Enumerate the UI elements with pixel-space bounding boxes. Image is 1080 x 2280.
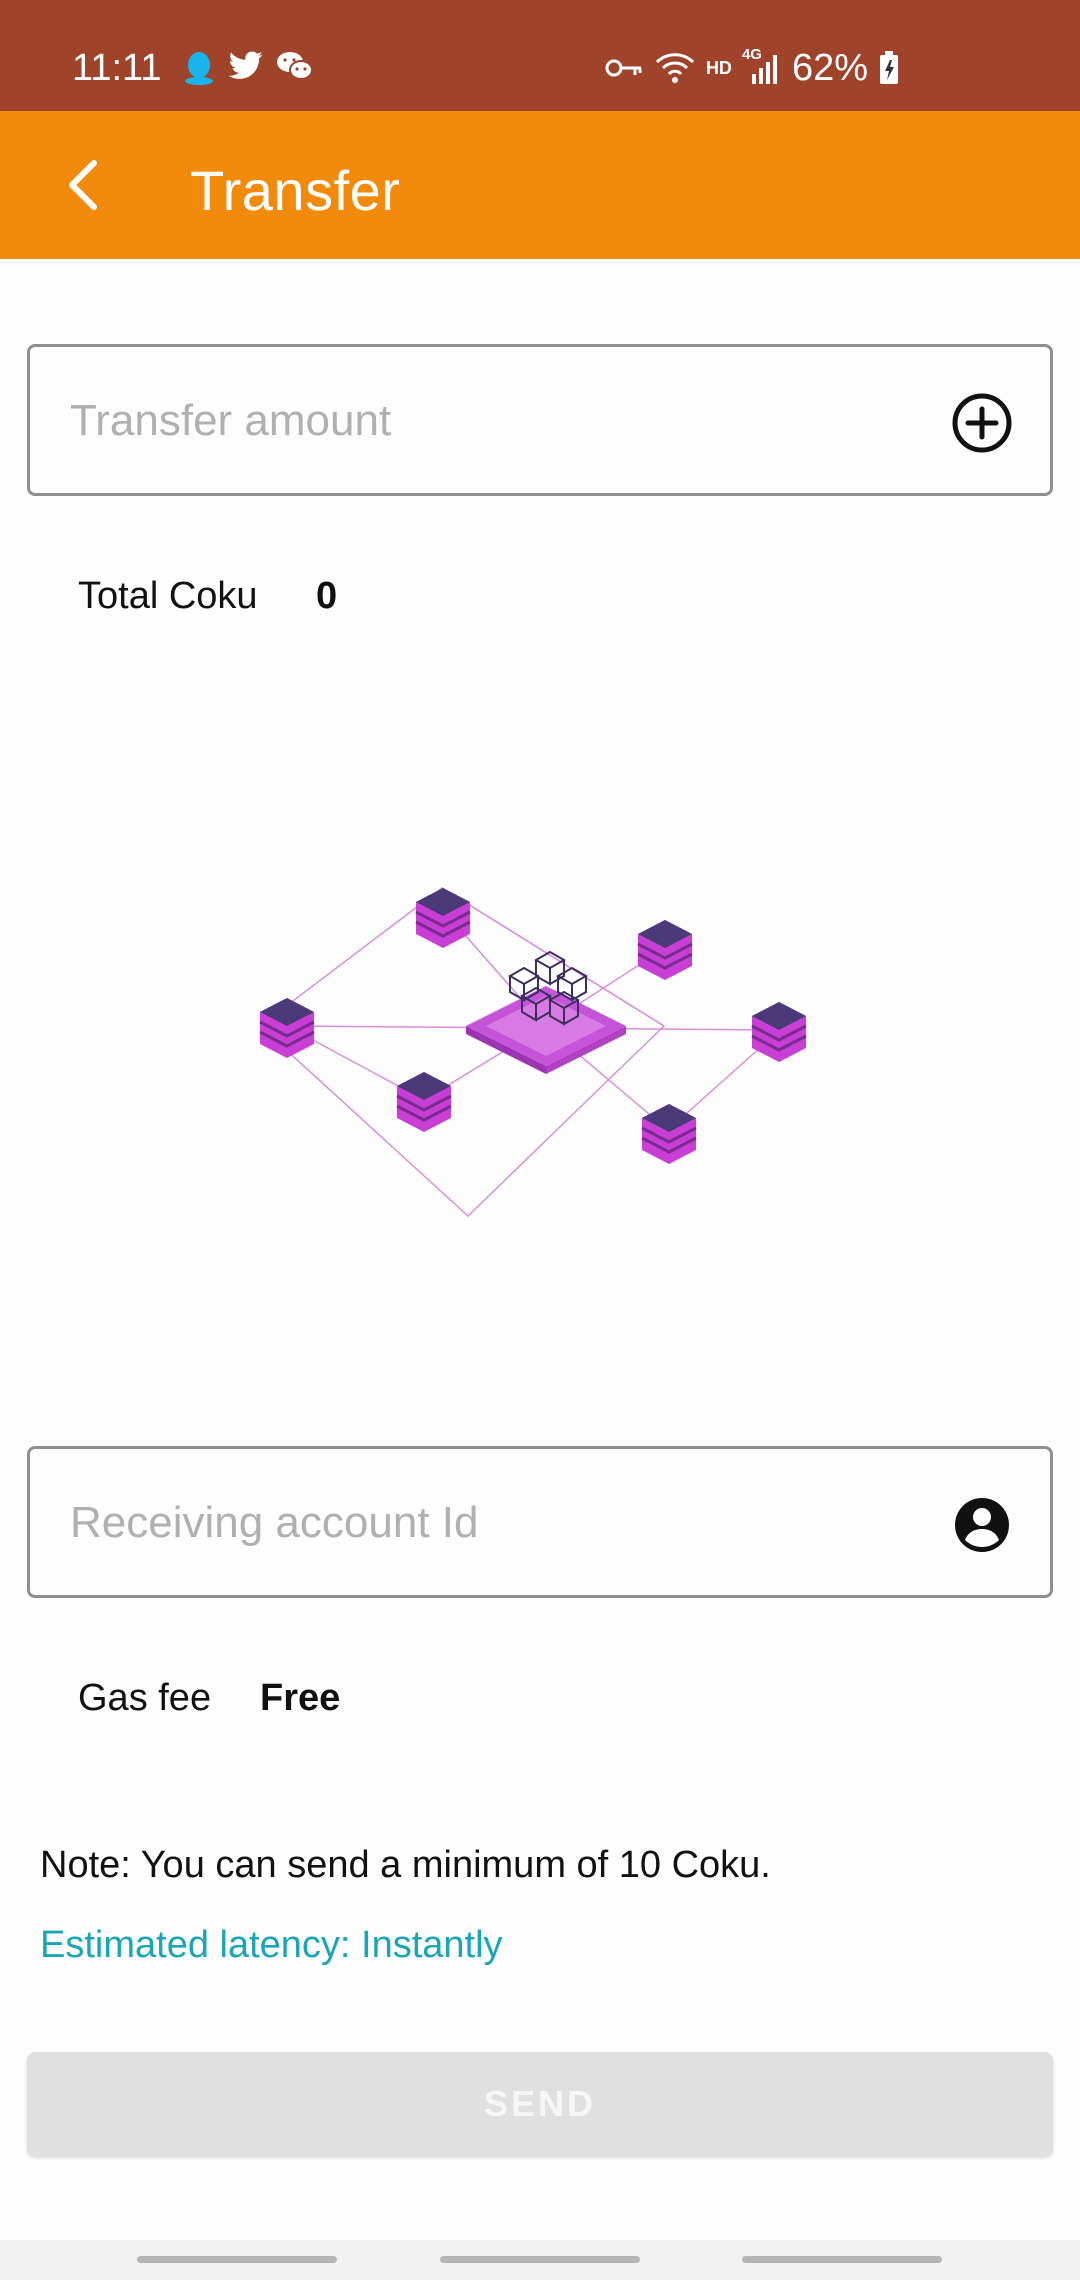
send-button-label: SEND	[483, 2083, 597, 2124]
transfer-amount-placeholder: Transfer amount	[70, 396, 392, 445]
key-icon	[605, 59, 642, 77]
send-button[interactable]: SEND	[27, 2052, 1053, 2156]
blockchain-network-illustration	[259, 887, 807, 1218]
block-stack-icon	[259, 998, 315, 1058]
total-coku-label: Total Coku	[78, 575, 258, 617]
nav-home-button[interactable]	[440, 2256, 640, 2263]
qq-icon	[185, 52, 213, 85]
receiving-account-placeholder: Receiving account Id	[70, 1498, 479, 1547]
hd-label: HD	[705, 57, 732, 78]
account-circle-icon[interactable]	[950, 1493, 1014, 1557]
wechat-icon	[277, 52, 313, 80]
battery-percent: 62%	[791, 47, 868, 89]
notification-icons	[182, 50, 314, 86]
block-stack-icon	[396, 1072, 452, 1132]
back-arrow-icon	[69, 160, 97, 210]
wifi-icon	[655, 53, 694, 83]
estimated-latency: Estimated latency: Instantly	[40, 1924, 503, 1966]
app-bar: Transfer	[0, 111, 1080, 259]
gas-fee-value: Free	[260, 1677, 341, 1719]
block-stack-icon	[751, 1002, 807, 1062]
back-button[interactable]	[42, 145, 122, 225]
system-navigation-bar	[0, 2240, 1080, 2280]
status-bar: 11:11 HD 4G 62%	[0, 0, 1080, 111]
receiving-account-field[interactable]: Receiving account Id	[27, 1446, 1053, 1598]
minimum-note: Note: You can send a minimum of 10 Coku.	[40, 1844, 771, 1886]
nav-recents-button[interactable]	[137, 2256, 337, 2263]
add-circle-icon[interactable]	[950, 391, 1014, 455]
signal-icon: 4G	[742, 46, 782, 86]
status-time: 11:11	[72, 47, 162, 89]
transfer-amount-field[interactable]: Transfer amount	[27, 344, 1053, 496]
twitter-icon	[228, 51, 263, 79]
total-coku-value: 0	[316, 575, 338, 617]
block-stack-icon	[415, 888, 471, 948]
battery-icon	[880, 51, 898, 84]
page-title: Transfer	[190, 159, 401, 222]
system-icons: HD 4G 62%	[604, 46, 900, 90]
gas-fee-label: Gas fee	[78, 1677, 212, 1719]
nav-back-button[interactable]	[742, 2256, 942, 2263]
block-stack-icon	[637, 920, 693, 980]
